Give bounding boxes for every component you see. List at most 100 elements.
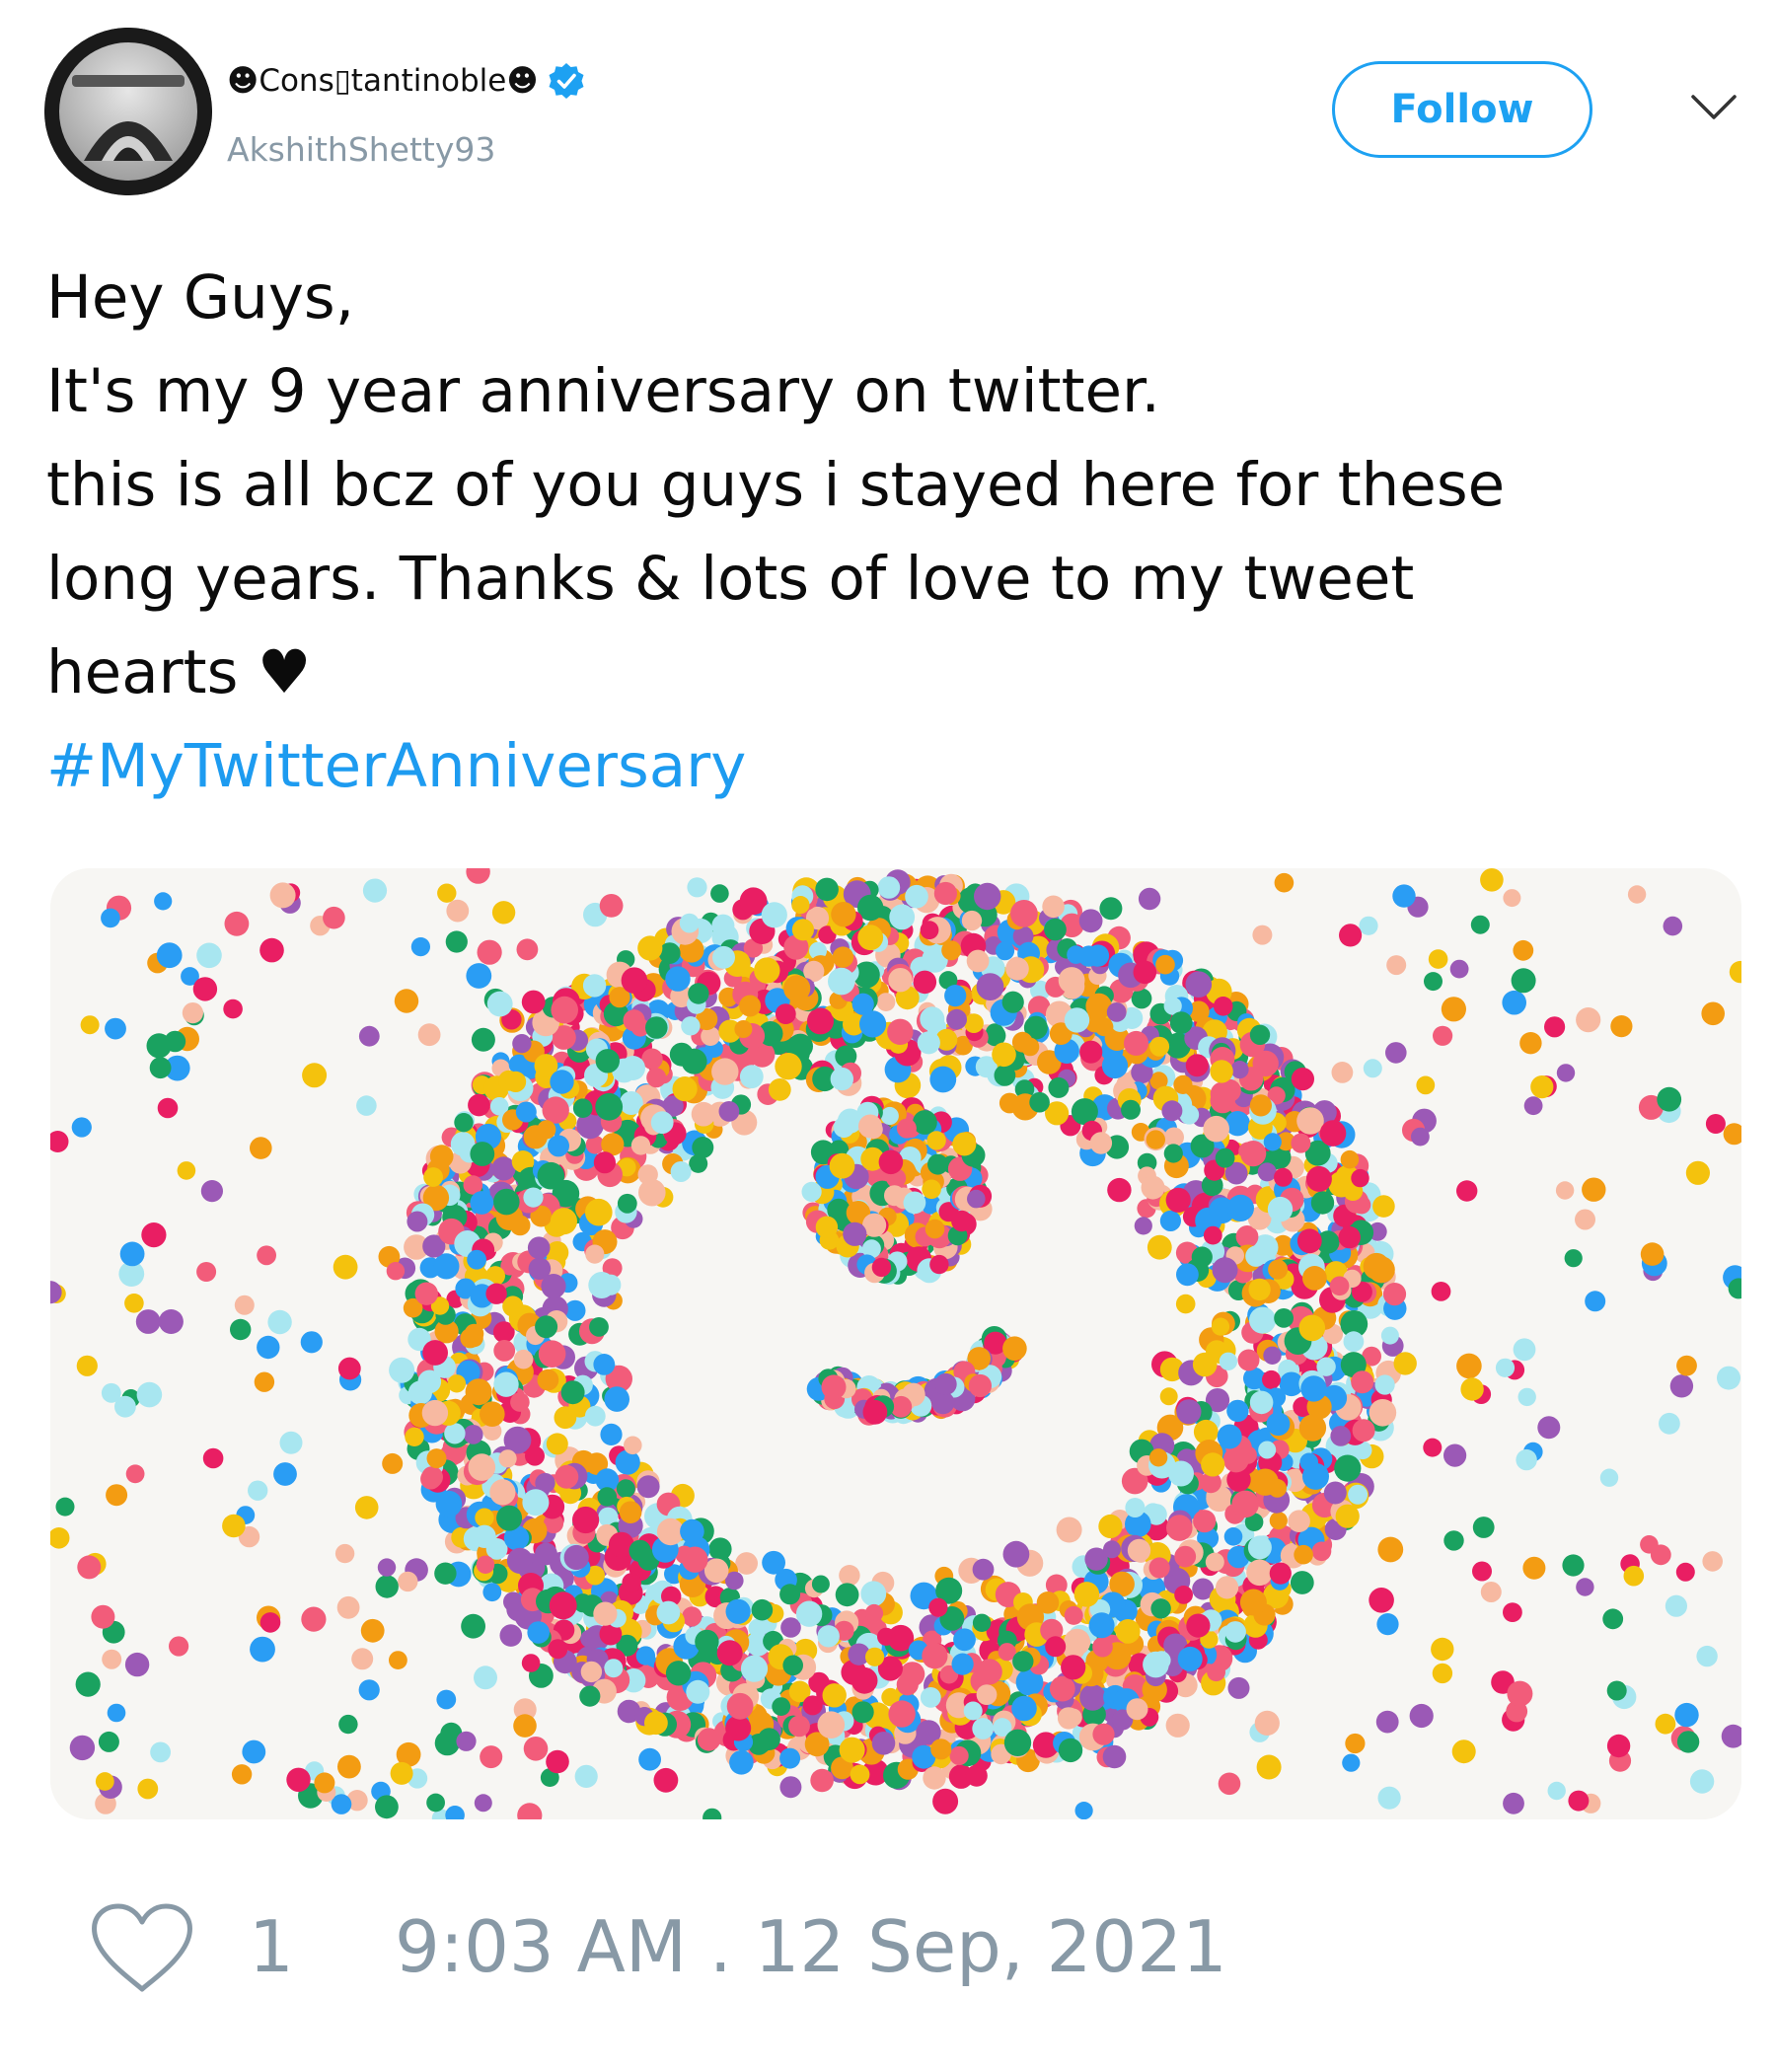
confetti-dot	[1074, 1802, 1093, 1819]
confetti-dot	[637, 935, 663, 961]
confetti-dot	[996, 941, 1015, 961]
confetti-dot	[1230, 1061, 1249, 1079]
confetti-dot	[1148, 1448, 1168, 1467]
confetti-dot	[1268, 1259, 1289, 1280]
confetti-dot	[1348, 1484, 1369, 1505]
confetti-dot	[107, 1703, 126, 1723]
confetti-dot	[1372, 1195, 1395, 1218]
confetti-dot	[1585, 1291, 1606, 1312]
confetti-dot	[976, 973, 1004, 1000]
confetti-dot	[600, 1423, 623, 1445]
confetti-dot	[646, 1068, 667, 1088]
confetti-dot	[101, 908, 120, 928]
confetti-dot	[535, 1315, 558, 1339]
confetti-dot	[839, 1737, 865, 1763]
confetti-dot	[456, 1731, 477, 1751]
confetti-dot	[1456, 1353, 1482, 1379]
confetti-dot	[337, 1754, 361, 1779]
confetti-dot	[739, 995, 762, 1017]
confetti-dot	[521, 1654, 541, 1672]
confetti-dot	[407, 1380, 432, 1405]
confetti-dot	[815, 1216, 839, 1238]
confetti-dot	[273, 1462, 297, 1486]
tweet-media-image[interactable]	[50, 868, 1741, 1819]
confetti-dot	[548, 1639, 568, 1660]
confetti-dot	[336, 1595, 360, 1619]
confetti-dot	[966, 949, 990, 973]
confetti-dot	[200, 1180, 223, 1203]
confetti-dot	[1146, 1130, 1166, 1149]
confetti-dot	[807, 1007, 834, 1035]
author-handle[interactable]: AkshithShetty93	[227, 130, 495, 170]
confetti-dot	[1169, 1011, 1193, 1034]
confetti-dot	[1141, 1175, 1165, 1200]
confetti-dot	[541, 1274, 566, 1299]
verified-badge-icon	[549, 63, 584, 99]
tweet-timestamp[interactable]: 9:03 AM . 12 Sep, 2021	[395, 1904, 1227, 1989]
confetti-dot	[1369, 1399, 1397, 1427]
confetti-dot	[503, 1591, 524, 1612]
confetti-dot	[1296, 1228, 1322, 1254]
confetti-dot	[1268, 1479, 1287, 1498]
confetti-dot	[505, 1071, 527, 1092]
confetti-dot	[933, 881, 958, 906]
confetti-dot	[961, 910, 983, 931]
confetti-dot	[687, 877, 707, 898]
confetti-dot	[1377, 1786, 1401, 1810]
confetti-dot	[1115, 1619, 1141, 1644]
confetti-dot	[582, 974, 607, 998]
confetti-dot	[1519, 1032, 1542, 1055]
confetti-dot	[734, 1020, 753, 1038]
confetti-dot	[1640, 1242, 1665, 1266]
confetti-dot	[779, 1584, 801, 1605]
confetti-dot	[953, 1628, 976, 1652]
confetti-dot	[830, 1067, 853, 1091]
confetti-dot	[992, 1042, 1016, 1068]
confetti-dot	[604, 1386, 629, 1412]
tweet-line: Hey Guys,	[46, 262, 355, 333]
confetti-dot	[421, 1399, 449, 1427]
confetti-dot	[1185, 1054, 1209, 1077]
confetti-dot	[877, 1627, 896, 1646]
confetti-dot	[1674, 1702, 1699, 1728]
confetti-dot	[927, 1153, 948, 1175]
confetti-dot	[1227, 1676, 1250, 1699]
confetti-dot	[154, 892, 173, 911]
confetti-dot	[1503, 1602, 1522, 1622]
hashtag-link[interactable]: #MyTwitterAnniversary	[46, 731, 746, 801]
follow-button[interactable]: Follow	[1332, 61, 1592, 158]
author-display-name[interactable]: ☻Cons▯tantinoble☻	[227, 61, 539, 101]
confetti-dot	[1343, 1331, 1365, 1353]
confetti-dot	[665, 966, 691, 992]
confetti-dot	[390, 1761, 413, 1785]
confetti-dot	[851, 1701, 874, 1724]
confetti-dot	[394, 989, 419, 1013]
confetti-dot	[1659, 1412, 1680, 1435]
confetti-dot	[1522, 1556, 1546, 1580]
confetti-dot	[550, 1070, 574, 1094]
confetti-dot	[1125, 1498, 1146, 1517]
confetti-dot	[877, 876, 901, 899]
avatar-image	[44, 28, 212, 195]
confetti-dot	[548, 1135, 569, 1157]
author-name-row[interactable]: ☻Cons▯tantinoble☻	[227, 61, 586, 101]
confetti-dot	[1503, 889, 1521, 908]
confetti-dot	[482, 1583, 502, 1602]
confetti-dot	[1256, 1754, 1282, 1780]
chevron-down-icon[interactable]	[1689, 91, 1739, 124]
confetti-dot	[1263, 1133, 1282, 1151]
confetti-dot	[137, 1778, 159, 1800]
confetti-dot	[1163, 1144, 1183, 1163]
confetti-dot	[150, 1741, 171, 1763]
confetti-dot	[77, 1555, 102, 1580]
confetti-dot	[920, 921, 939, 940]
confetti-dot	[1516, 1448, 1537, 1471]
heart-outline-icon[interactable]	[89, 1902, 195, 1997]
tweet-line: this is all bcz of you guys i stayed her…	[46, 450, 1506, 520]
confetti-dot	[1507, 1680, 1533, 1707]
confetti-dot	[1696, 1645, 1718, 1667]
confetti-dot	[768, 1078, 791, 1101]
avatar[interactable]	[44, 28, 212, 195]
confetti-dot	[429, 1145, 454, 1168]
confetti-dot	[1159, 1387, 1178, 1406]
